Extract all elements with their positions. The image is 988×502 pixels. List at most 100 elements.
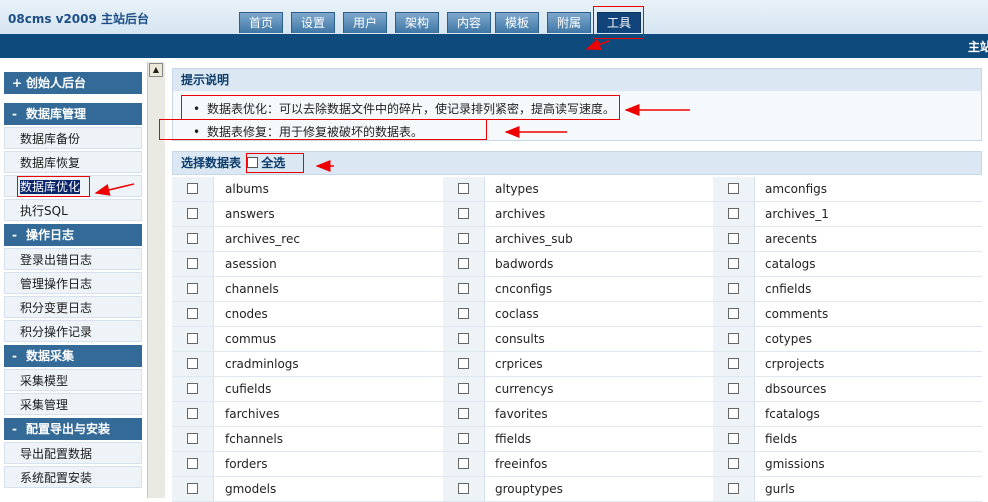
nav-tab[interactable]: 工具 [597, 12, 641, 33]
table-name: crprojects [765, 357, 825, 371]
table-checkbox[interactable] [458, 383, 469, 394]
table-row: cnodes coclass comments [172, 302, 982, 327]
table-checkbox[interactable] [187, 283, 198, 294]
table-checkbox[interactable] [458, 233, 469, 244]
table-checkbox[interactable] [728, 358, 739, 369]
table-checkbox[interactable] [458, 283, 469, 294]
table-checkbox[interactable] [187, 308, 198, 319]
nav-tab[interactable]: 内容 [447, 12, 491, 33]
table-name: dbsources [765, 382, 827, 396]
table-name: amconfigs [765, 182, 828, 196]
checkbox-cell [713, 277, 755, 301]
sidebar-item[interactable]: 导出配置数据 [4, 442, 142, 464]
sidebar-item[interactable]: 数据库恢复 [4, 151, 142, 173]
sidebar-item[interactable]: 数据库优化 [4, 175, 142, 197]
checkbox-cell [172, 477, 214, 501]
table-checkbox[interactable] [728, 383, 739, 394]
table-checkbox[interactable] [187, 233, 198, 244]
checkbox-cell [713, 452, 755, 476]
nav-tab[interactable]: 架构 [395, 12, 439, 33]
checkbox-cell [443, 177, 485, 201]
table-name: asession [225, 257, 277, 271]
sidebar-item[interactable]: 管理操作日志 [4, 272, 142, 294]
sidebar-item-label: 采集模型 [20, 374, 69, 388]
sidebar-section-header[interactable]: + 创始人后台 [4, 72, 142, 94]
sidebar-item[interactable]: 系统配置安装 [4, 466, 142, 488]
table-checkbox[interactable] [187, 408, 198, 419]
table-name: gmissions [765, 457, 825, 471]
collapse-icon: - [12, 422, 17, 436]
sidebar-item[interactable]: 数据库备份 [4, 127, 142, 149]
select-table-title: 选择数据表 [181, 156, 242, 170]
table-checkbox[interactable] [187, 183, 198, 194]
checkbox-cell [713, 302, 755, 326]
table-checkbox[interactable] [728, 483, 739, 494]
sidebar-item[interactable]: 采集管理 [4, 393, 142, 415]
table-name: crprices [495, 357, 543, 371]
table-checkbox[interactable] [458, 408, 469, 419]
table-row: channels cnconfigs cnfields [172, 277, 982, 302]
nav-tab[interactable]: 模板 [495, 12, 539, 33]
main-content: 提示说明 • 数据表优化：可以去除数据文件中的碎片，使记录排列紧密，提高读写速度。… [172, 68, 982, 502]
checkbox-cell [443, 277, 485, 301]
table-checkbox[interactable] [728, 208, 739, 219]
table-row: albums altypes amconfigs [172, 177, 982, 202]
sidebar-item[interactable]: 积分变更日志 [4, 296, 142, 318]
table-name: answers [225, 207, 275, 221]
table-checkbox[interactable] [187, 208, 198, 219]
table-checkbox[interactable] [458, 258, 469, 269]
sidebar-item-label: 导出配置数据 [20, 447, 93, 461]
table-checkbox[interactable] [458, 358, 469, 369]
table-checkbox[interactable] [728, 433, 739, 444]
table-checkbox[interactable] [728, 308, 739, 319]
select-all-label[interactable]: 全选 [261, 156, 285, 170]
sidebar-item[interactable]: 执行SQL [4, 199, 142, 221]
table-checkbox[interactable] [728, 408, 739, 419]
table-checkbox[interactable] [458, 483, 469, 494]
table-checkbox[interactable] [187, 433, 198, 444]
table-checkbox[interactable] [458, 458, 469, 469]
table-checkbox[interactable] [458, 433, 469, 444]
table-checkbox[interactable] [187, 483, 198, 494]
table-checkbox[interactable] [187, 458, 198, 469]
sidebar-scrollbar[interactable]: ▲ [147, 62, 165, 498]
checkbox-cell [172, 452, 214, 476]
nav-tab[interactable]: 设置 [291, 12, 335, 33]
table-checkbox[interactable] [728, 233, 739, 244]
sidebar-item[interactable]: 采集模型 [4, 369, 142, 391]
table-name: gurls [765, 482, 795, 496]
table-checkbox[interactable] [187, 358, 198, 369]
nav-tab[interactable]: 附属 [547, 12, 591, 33]
table-row: fchannels ffields fields [172, 427, 982, 452]
tips-title: 提示说明 [173, 69, 981, 91]
bullet-icon: • [193, 102, 201, 116]
sidebar-item-label: 管理操作日志 [20, 277, 93, 291]
sidebar-item[interactable]: 积分操作记录 [4, 320, 142, 342]
table-checkbox[interactable] [728, 458, 739, 469]
table-checkbox[interactable] [458, 208, 469, 219]
table-name: badwords [495, 257, 554, 271]
sidebar-section-header[interactable]: - 操作日志 [4, 224, 142, 246]
table-checkbox[interactable] [187, 258, 198, 269]
sidebar-section-header[interactable]: - 配置导出与安装 [4, 418, 142, 440]
table-checkbox[interactable] [728, 183, 739, 194]
select-all-checkbox[interactable] [247, 157, 259, 168]
table-checkbox[interactable] [187, 383, 198, 394]
sidebar-section-title: 数据采集 [26, 349, 75, 363]
table-row: cradminlogs crprices crprojects [172, 352, 982, 377]
nav-tab[interactable]: 用户 [343, 12, 387, 33]
table-checkbox[interactable] [728, 333, 739, 344]
sidebar-section-header[interactable]: - 数据库管理 [4, 103, 142, 125]
table-checkbox[interactable] [458, 183, 469, 194]
nav-tab[interactable]: 首页 [239, 12, 283, 33]
table-name: consults [495, 332, 545, 346]
table-checkbox[interactable] [728, 258, 739, 269]
checkbox-cell [443, 352, 485, 376]
table-checkbox[interactable] [458, 308, 469, 319]
table-checkbox[interactable] [187, 333, 198, 344]
sidebar-section-header[interactable]: - 数据采集 [4, 345, 142, 367]
table-checkbox[interactable] [728, 283, 739, 294]
sidebar-item[interactable]: 登录出错日志 [4, 248, 142, 270]
table-checkbox[interactable] [458, 333, 469, 344]
scroll-up-icon[interactable]: ▲ [149, 63, 163, 77]
